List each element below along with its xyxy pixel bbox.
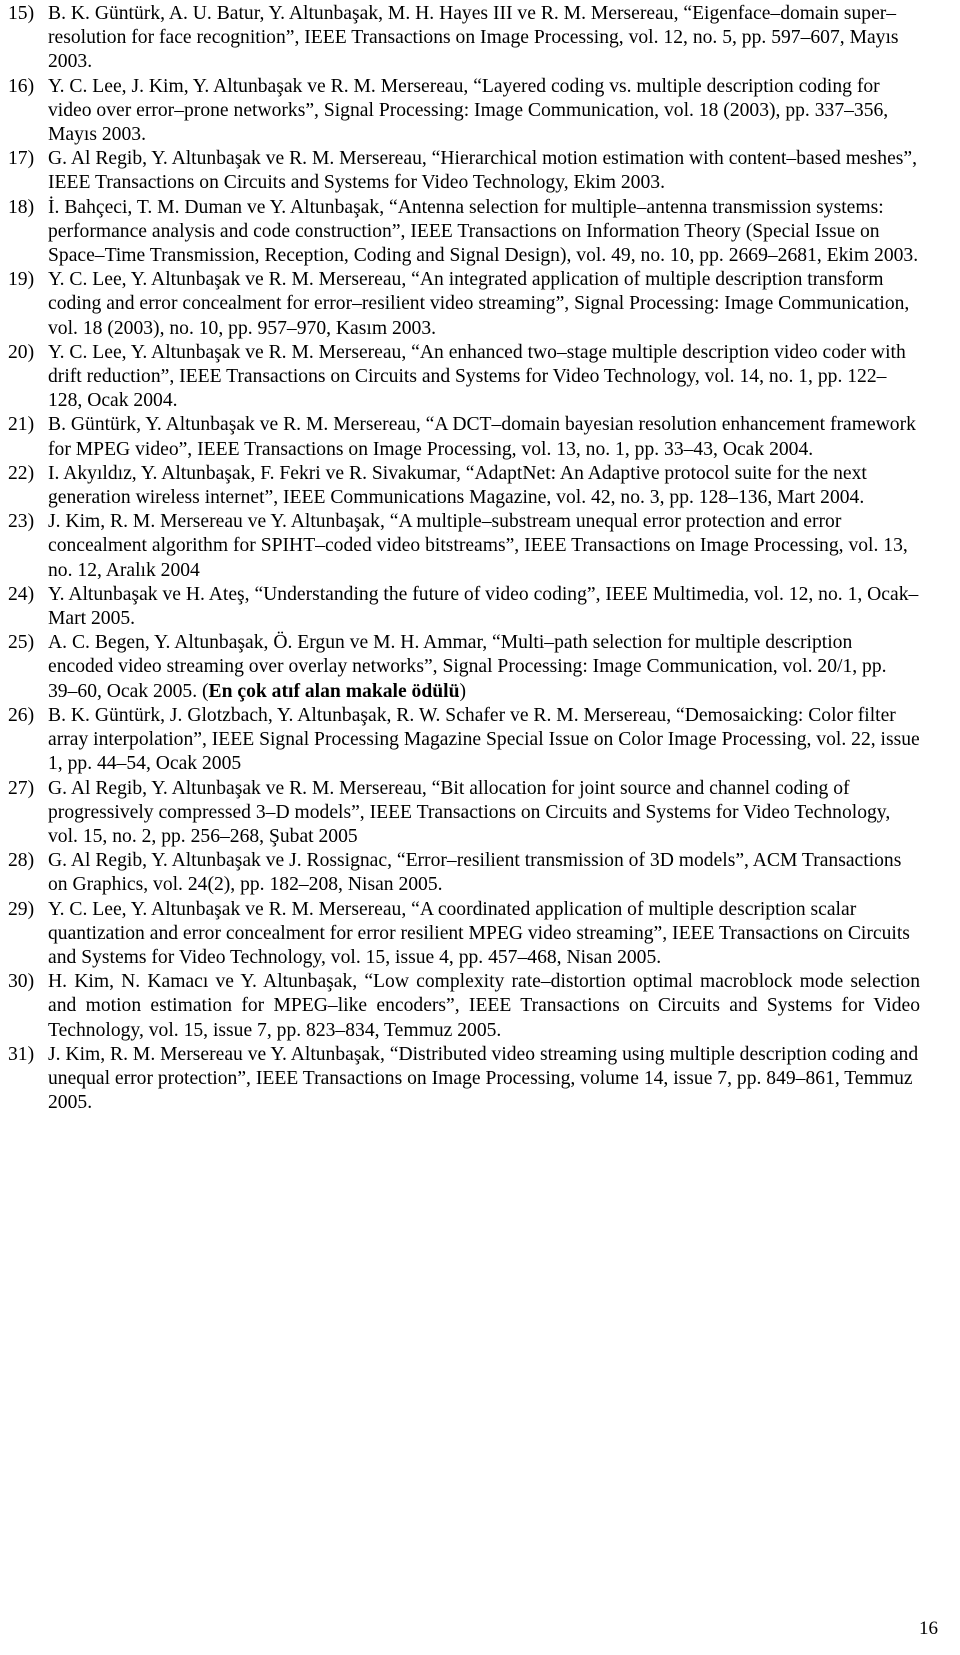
reference-number: 26) — [8, 704, 35, 726]
reference-item: 21) B. Güntürk, Y. Altunbaşak ve R. M. Me… — [8, 413, 920, 461]
reference-item: 15) B. K. Güntürk, A. U. Batur, Y. Altunb… — [8, 2, 920, 75]
reference-number: 25) — [8, 632, 35, 654]
reference-item: 31) J. Kim, R. M. Mersereau ve Y. Altunba… — [8, 1043, 920, 1116]
reference-item: 16) Y. C. Lee, J. Kim, Y. Altunbaşak ve R… — [8, 75, 920, 148]
reference-text: A. C. Begen, Y. Altunbaşak, Ö. Ergun ve … — [48, 632, 887, 702]
reference-text: B. K. Güntürk, A. U. Batur, Y. Altunbaşa… — [48, 3, 899, 73]
reference-text: I. Akyıldız, Y. Altunbaşak, F. Fekri ve … — [48, 462, 867, 509]
reference-item: 24) Y. Altunbaşak ve H. Ateş, “Understand… — [8, 583, 920, 631]
reference-number: 21) — [8, 414, 35, 436]
reference-item: 26) B. K. Güntürk, J. Glotzbach, Y. Altun… — [8, 704, 920, 777]
reference-text: Y. C. Lee, J. Kim, Y. Altunbaşak ve R. M… — [48, 75, 889, 146]
reference-item: 20) Y. C. Lee, Y. Altunbaşak ve R. M. Mer… — [8, 341, 920, 414]
reference-item: 17) G. Al Regib, Y. Altunbaşak ve R. M. M… — [8, 147, 920, 195]
reference-item: 27) G. Al Regib, Y. Altunbaşak ve R. M. M… — [8, 777, 920, 850]
reference-number: 27) — [8, 777, 35, 799]
reference-text: B. K. Güntürk, J. Glotzbach, Y. Altunbaş… — [48, 704, 920, 775]
reference-item: 30) H. Kim, N. Kamacı ve Y. Altunbaşak, “… — [8, 970, 920, 1043]
reference-item: 22) I. Akyıldız, Y. Altunbaşak, F. Fekri … — [8, 462, 920, 510]
reference-number: 16) — [8, 75, 35, 97]
reference-item: 28) G. Al Regib, Y. Altunbaşak ve J. Ross… — [8, 849, 920, 897]
reference-item: 18) İ. Bahçeci, T. M. Duman ve Y. Altunba… — [8, 196, 920, 269]
reference-text: Y. Altunbaşak ve H. Ateş, “Understanding… — [48, 583, 919, 630]
reference-text: G. Al Regib, Y. Altunbaşak ve J. Rossign… — [48, 850, 902, 896]
reference-item: 23) J. Kim, R. M. Mersereau ve Y. Altunba… — [8, 510, 920, 583]
reference-number: 24) — [8, 583, 35, 605]
reference-text: H. Kim, N. Kamacı ve Y. Altunbaşak, “Low… — [48, 971, 920, 1041]
reference-text: Y. C. Lee, Y. Altunbaşak ve R. M. Merser… — [48, 898, 910, 968]
reference-number: 29) — [8, 898, 35, 920]
reference-item: 29) Y. C. Lee, Y. Altunbaşak ve R. M. Mer… — [8, 898, 920, 971]
reference-text: Y. C. Lee, Y. Altunbaşak ve R. M. Merser… — [48, 269, 910, 339]
reference-text: İ. Bahçeci, T. M. Duman ve Y. Altunbaşak… — [48, 196, 919, 267]
reference-number: 31) — [8, 1043, 35, 1065]
award-note: En çok atıf alan makale ödülü — [208, 680, 460, 702]
reference-number: 30) — [8, 971, 35, 993]
reference-number: 22) — [8, 462, 35, 484]
reference-text: G. Al Regib, Y. Altunbaşak ve R. M. Mers… — [48, 148, 918, 194]
reference-item: 25) A. C. Begen, Y. Altunbaşak, Ö. Ergun … — [8, 631, 920, 704]
reference-text: Y. C. Lee, Y. Altunbaşak ve R. M. Merser… — [48, 341, 906, 412]
reference-number: 15) — [8, 3, 35, 24]
reference-number: 17) — [8, 148, 35, 170]
reference-number: 23) — [8, 511, 35, 533]
reference-list: 15) B. K. Güntürk, A. U. Batur, Y. Altunb… — [8, 2, 920, 1115]
reference-number: 28) — [8, 850, 35, 872]
reference-text: J. Kim, R. M. Mersereau ve Y. Altunbaşak… — [48, 1043, 919, 1114]
page-number: 16 — [919, 1618, 938, 1639]
reference-number: 18) — [8, 196, 35, 218]
reference-number: 19) — [8, 269, 35, 291]
reference-item: 19) Y. C. Lee, Y. Altunbaşak ve R. M. Mer… — [8, 268, 920, 341]
reference-text: J. Kim, R. M. Mersereau ve Y. Altunbaşak… — [48, 511, 908, 581]
reference-text: G. Al Regib, Y. Altunbaşak ve R. M. Mers… — [48, 777, 891, 847]
reference-text: B. Güntürk, Y. Altunbaşak ve R. M. Merse… — [48, 414, 916, 460]
reference-number: 20) — [8, 341, 35, 363]
